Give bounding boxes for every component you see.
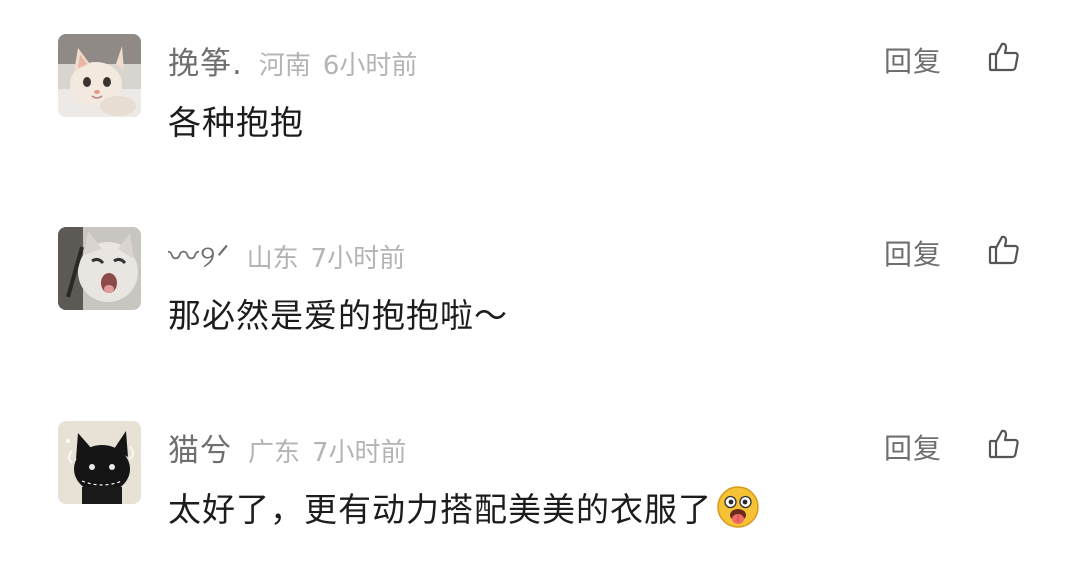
comment-item: 〰୨ᐟ 山东 7小时前 那必然是爱的抱抱啦～ 回复 (0, 193, 1080, 383)
timestamp: 7小时前 (312, 438, 407, 468)
reply-button[interactable]: 回复 (884, 427, 942, 467)
comment-text-content: 那必然是爱的抱抱啦～ (168, 296, 508, 335)
tongue-out-emoji-icon (716, 485, 760, 529)
username[interactable]: 猫兮 (168, 425, 232, 470)
kitten-avatar-icon[interactable] (58, 34, 141, 117)
comment-meta: 〰୨ᐟ 山东 7小时前 (168, 231, 405, 275)
username[interactable]: 挽筝. (168, 38, 243, 83)
comment-text: 各种抱抱 (168, 96, 304, 144)
comment-item: 挽筝. 河南 6小时前 各种抱抱 回复 (0, 0, 1080, 190)
location-label: 山东 (246, 244, 299, 274)
location-label: 广东 (248, 438, 301, 468)
thumbs-up-icon[interactable] (987, 40, 1021, 74)
comment-text: 太好了，更有动力搭配美美的衣服了 (168, 483, 760, 531)
thumbs-up-icon[interactable] (987, 233, 1021, 267)
reply-button[interactable]: 回复 (884, 40, 942, 80)
comment-item: 猫兮 广东 7小时前 太好了，更有动力搭配美美的衣服了 回复 (0, 387, 1080, 577)
comment-meta: 猫兮 广东 7小时前 (168, 425, 407, 469)
thumbs-up-icon[interactable] (987, 427, 1021, 461)
location-label: 河南 (258, 51, 311, 81)
comment-text: 那必然是爱的抱抱啦～ (168, 289, 508, 337)
black-cat-avatar-icon[interactable] (58, 421, 141, 504)
timestamp: 7小时前 (310, 244, 406, 274)
crying-cat-avatar-icon[interactable] (58, 227, 141, 310)
comment-text-content: 各种抱抱 (168, 103, 304, 142)
comment-text-content: 太好了，更有动力搭配美美的衣服了 (168, 490, 712, 529)
username[interactable]: 〰୨ᐟ (168, 231, 231, 276)
timestamp: 6小时前 (322, 51, 418, 81)
reply-button[interactable]: 回复 (884, 233, 942, 273)
comment-meta: 挽筝. 河南 6小时前 (168, 38, 417, 82)
